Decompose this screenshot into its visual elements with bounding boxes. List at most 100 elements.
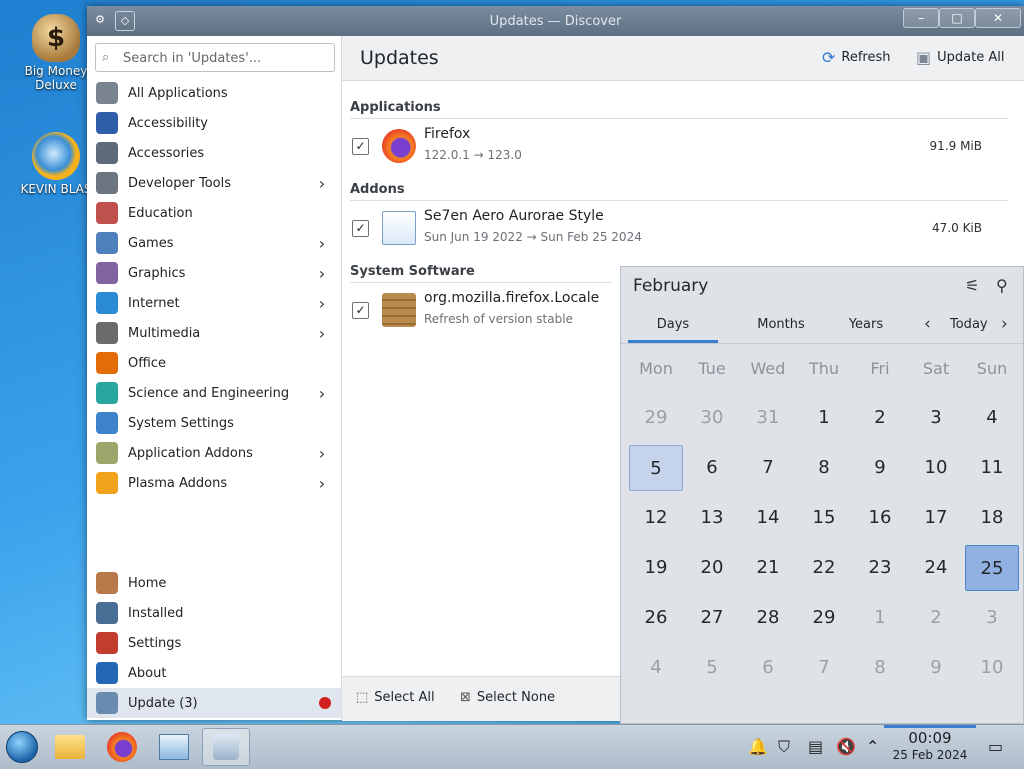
sidebar-item-all-applications[interactable]: All Applications bbox=[87, 78, 341, 108]
clock-date[interactable]: 25 Feb 2024 bbox=[885, 748, 975, 762]
configure-icon[interactable]: ⚟ bbox=[965, 276, 979, 295]
calendar-day[interactable]: 5 bbox=[685, 645, 739, 691]
taskbar-settings[interactable] bbox=[154, 728, 194, 766]
update-checkbox[interactable]: ✓ bbox=[352, 138, 369, 155]
minimize-button[interactable]: – bbox=[903, 8, 939, 28]
sidebar-item-internet[interactable]: Internet › bbox=[87, 288, 341, 318]
today-button[interactable]: Today bbox=[950, 317, 988, 332]
calendar-day[interactable]: 15 bbox=[797, 495, 851, 541]
calendar-day[interactable]: 10 bbox=[909, 445, 963, 491]
sidebar-item-multimedia[interactable]: Multimedia › bbox=[87, 318, 341, 348]
calendar-day[interactable]: 2 bbox=[909, 595, 963, 641]
calendar-day[interactable]: 6 bbox=[741, 645, 795, 691]
notifications-icon[interactable]: 🔔 bbox=[748, 737, 768, 756]
tab-months[interactable]: Months bbox=[736, 317, 826, 332]
calendar-day[interactable]: 26 bbox=[629, 595, 683, 641]
calendar-day[interactable]: 1 bbox=[797, 395, 851, 441]
tab-days[interactable]: Days bbox=[628, 317, 718, 332]
sidebar-item-about[interactable]: About bbox=[87, 658, 341, 688]
chevron-up-icon[interactable]: ⌃ bbox=[866, 737, 879, 756]
sidebar-item-update-3[interactable]: Update (3) bbox=[87, 688, 341, 718]
start-button[interactable] bbox=[2, 728, 42, 766]
calendar-day[interactable]: 14 bbox=[741, 495, 795, 541]
sidebar-item-developer-tools[interactable]: Developer Tools › bbox=[87, 168, 341, 198]
tab-years[interactable]: Years bbox=[821, 317, 911, 332]
update-row-firefox[interactable]: ✓ Firefox 122.0.1 → 123.0 91.9 MiB bbox=[350, 122, 1008, 172]
desktop-icon-kevin-blas[interactable]: KEVIN BLAS bbox=[16, 132, 96, 196]
calendar-day[interactable]: 12 bbox=[629, 495, 683, 541]
show-desktop-icon[interactable]: ▭ bbox=[988, 737, 1003, 756]
calendar-day[interactable]: 3 bbox=[965, 595, 1019, 641]
select-none-button[interactable]: ⊠ Select None bbox=[460, 690, 555, 705]
refresh-button[interactable]: ⟳ Refresh bbox=[822, 48, 891, 67]
clock-time[interactable]: 00:09 bbox=[889, 729, 971, 747]
calendar-day[interactable]: 21 bbox=[741, 545, 795, 591]
calendar-day[interactable]: 19 bbox=[629, 545, 683, 591]
calendar-day[interactable]: 7 bbox=[797, 645, 851, 691]
sidebar-item-accessibility[interactable]: Accessibility bbox=[87, 108, 341, 138]
calendar-day[interactable]: 13 bbox=[685, 495, 739, 541]
update-notifier-icon[interactable]: ⛉ bbox=[778, 737, 790, 757]
calendar-day[interactable]: 7 bbox=[741, 445, 795, 491]
sidebar-item-accessories[interactable]: Accessories bbox=[87, 138, 341, 168]
calendar-day[interactable]: 11 bbox=[965, 445, 1019, 491]
maximize-button[interactable]: □ bbox=[939, 8, 975, 28]
sidebar-item-science-and-engineering[interactable]: Science and Engineering › bbox=[87, 378, 341, 408]
sidebar-item-installed[interactable]: Installed bbox=[87, 598, 341, 628]
sidebar-item-plasma-addons[interactable]: Plasma Addons › bbox=[87, 468, 341, 498]
update-checkbox[interactable]: ✓ bbox=[352, 220, 369, 237]
calendar-day[interactable]: 31 bbox=[741, 395, 795, 441]
volume-muted-icon[interactable]: 🔇 bbox=[836, 737, 856, 756]
calendar-day[interactable]: 18 bbox=[965, 495, 1019, 541]
update-row-firefox-locale[interactable]: ✓ org.mozilla.firefox.Locale Refresh of … bbox=[350, 286, 612, 336]
calendar-day[interactable]: 23 bbox=[853, 545, 907, 591]
calendar-day[interactable]: 20 bbox=[685, 545, 739, 591]
calendar-day[interactable]: 2 bbox=[853, 395, 907, 441]
update-checkbox[interactable]: ✓ bbox=[352, 302, 369, 319]
select-all-button[interactable]: ⬚ Select All bbox=[356, 690, 435, 705]
calendar-day[interactable]: 4 bbox=[965, 395, 1019, 441]
calendar-day-today[interactable]: 25 bbox=[965, 545, 1019, 591]
sidebar-item-settings[interactable]: Settings bbox=[87, 628, 341, 658]
calendar-day[interactable]: 24 bbox=[909, 545, 963, 591]
clipboard-icon[interactable]: ▤ bbox=[808, 737, 823, 756]
update-all-button[interactable]: ▣ Update All bbox=[916, 48, 1004, 67]
taskbar-firefox[interactable] bbox=[102, 728, 142, 766]
next-icon[interactable]: › bbox=[1001, 314, 1008, 334]
sidebar-item-system-settings[interactable]: System Settings bbox=[87, 408, 341, 438]
calendar-day[interactable]: 5 bbox=[629, 445, 683, 491]
previous-icon[interactable]: ‹ bbox=[924, 314, 931, 334]
sidebar-item-games[interactable]: Games › bbox=[87, 228, 341, 258]
calendar-day[interactable]: 27 bbox=[685, 595, 739, 641]
search-box[interactable]: ⌕ bbox=[95, 43, 335, 72]
calendar-day[interactable]: 9 bbox=[853, 445, 907, 491]
calendar-day[interactable]: 29 bbox=[629, 395, 683, 441]
taskbar-discover[interactable] bbox=[202, 728, 250, 766]
calendar-day[interactable]: 16 bbox=[853, 495, 907, 541]
calendar-day[interactable]: 3 bbox=[909, 395, 963, 441]
calendar-day[interactable]: 10 bbox=[965, 645, 1019, 691]
calendar-day[interactable]: 17 bbox=[909, 495, 963, 541]
update-row-se7en-aero[interactable]: ✓ Se7en Aero Aurorae Style Sun Jun 19 20… bbox=[350, 204, 1008, 254]
taskbar-file-manager[interactable] bbox=[50, 728, 90, 766]
pin-icon[interactable]: ⚲ bbox=[996, 276, 1008, 295]
calendar-day[interactable]: 30 bbox=[685, 395, 739, 441]
calendar-day[interactable]: 8 bbox=[797, 445, 851, 491]
sidebar-item-application-addons[interactable]: Application Addons › bbox=[87, 438, 341, 468]
sidebar-item-education[interactable]: Education bbox=[87, 198, 341, 228]
calendar-day[interactable]: 22 bbox=[797, 545, 851, 591]
desktop-icon-big-money[interactable]: $ Big Money Deluxe bbox=[16, 14, 96, 92]
calendar-day[interactable]: 29 bbox=[797, 595, 851, 641]
sidebar-item-graphics[interactable]: Graphics › bbox=[87, 258, 341, 288]
calendar-day[interactable]: 8 bbox=[853, 645, 907, 691]
title-bar[interactable]: ⚙ ◇ Updates — Discover – □ ✕ bbox=[87, 6, 1024, 36]
calendar-day[interactable]: 1 bbox=[853, 595, 907, 641]
calendar-day[interactable]: 28 bbox=[741, 595, 795, 641]
calendar-day[interactable]: 9 bbox=[909, 645, 963, 691]
calendar-day[interactable]: 4 bbox=[629, 645, 683, 691]
close-button[interactable]: ✕ bbox=[975, 8, 1021, 28]
calendar-day[interactable]: 6 bbox=[685, 445, 739, 491]
sidebar-item-home[interactable]: Home bbox=[87, 568, 341, 598]
search-input[interactable] bbox=[121, 48, 330, 69]
sidebar-item-office[interactable]: Office bbox=[87, 348, 341, 378]
